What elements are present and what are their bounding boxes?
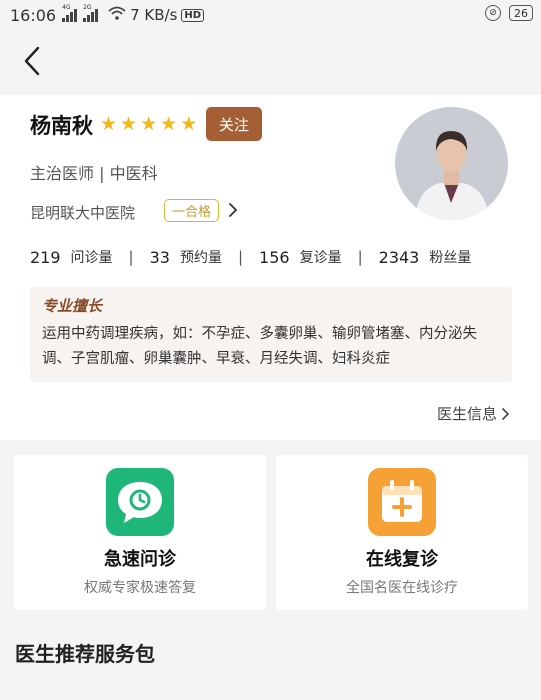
service-title: 在线复诊 xyxy=(366,549,438,570)
stat-label: 问诊量 xyxy=(70,250,113,266)
stat-value: 33 xyxy=(149,247,170,267)
stat-value: 2343 xyxy=(378,247,420,267)
doctor-info-label: 医生信息 xyxy=(436,405,497,423)
expertise-title: 专业擅长 xyxy=(42,297,103,315)
section-title: 医生推荐服务包 xyxy=(15,642,155,666)
wifi-icon xyxy=(108,6,126,24)
grade-badge: 一合格 xyxy=(164,199,219,222)
battery-icon: 26 xyxy=(509,5,533,21)
service-subtitle: 权威专家极速答复 xyxy=(84,580,196,596)
doctor-card: 杨南秋 ★ ★ ★ ★ ★ 关注 主治医师 | 中医科 昆明联大中医院 一合格 219 问… xyxy=(0,95,541,440)
signal-icon-2: 2G xyxy=(83,4,99,22)
stat-separator: | xyxy=(128,248,134,266)
status-time: 16:06 xyxy=(10,5,57,25)
calendar-plus-icon xyxy=(368,468,436,536)
chevron-right-icon[interactable] xyxy=(226,198,240,222)
chevron-right-icon xyxy=(502,407,510,420)
doctor-title: 主治医师 | 中医科 xyxy=(30,164,158,183)
expertise-text: 运用中药调理疾病，如：不孕症、多囊卵巢、输卵管堵塞、内分泌失调、子宫肌瘤、卵巢囊… xyxy=(42,326,477,367)
star-icon: ★ xyxy=(120,113,138,135)
doctor-stats: 219 问诊量 | 33 预约量 | 156 复诊量 | 2343 粉丝量 xyxy=(30,245,471,269)
network-speed: 7 KB/s xyxy=(130,6,178,24)
quick-consult-card[interactable]: 急速问诊 权威专家极速答复 xyxy=(14,455,266,610)
chat-clock-icon xyxy=(106,468,174,536)
stat-value: 156 xyxy=(259,247,290,267)
network-type-2: 2G xyxy=(83,4,92,11)
battery-level: 26 xyxy=(514,6,528,20)
stat-label: 粉丝量 xyxy=(429,250,472,266)
hospital-name[interactable]: 昆明联大中医院 xyxy=(30,202,135,223)
stat-separator: | xyxy=(357,248,363,266)
star-icon: ★ xyxy=(180,113,198,135)
service-title: 急速问诊 xyxy=(104,549,176,570)
stat-value: 219 xyxy=(30,247,61,267)
expertise-box: 专业擅长 运用中药调理疾病，如：不孕症、多囊卵巢、输卵管堵塞、内分泌失调、子宫肌… xyxy=(30,287,512,382)
hd-icon: HD xyxy=(181,8,205,22)
star-icon: ★ xyxy=(160,113,178,135)
doctor-name: 杨南秋 xyxy=(30,114,93,138)
online-revisit-card[interactable]: 在线复诊 全国名医在线诊疗 xyxy=(276,455,528,610)
rating-stars: ★ ★ ★ ★ ★ xyxy=(100,115,197,134)
stat-separator: | xyxy=(237,248,244,266)
network-type-1: 4G xyxy=(62,4,71,11)
service-subtitle: 全国名医在线诊疗 xyxy=(346,580,458,596)
star-icon: ★ xyxy=(140,113,158,135)
rotation-lock-icon: ⊘ xyxy=(485,5,501,21)
doctor-info-link[interactable]: 医生信息 xyxy=(437,403,511,424)
status-bar: 16:06 4G 2G 7 KB/s HD ⊘ 26 xyxy=(0,0,541,30)
back-button[interactable] xyxy=(18,44,48,78)
chevron-left-icon xyxy=(24,46,40,76)
stat-label: 预约量 xyxy=(179,250,222,266)
follow-button[interactable]: 关注 xyxy=(206,107,262,141)
signal-icon: 4G xyxy=(62,4,78,22)
stat-label: 复诊量 xyxy=(299,250,342,266)
star-icon: ★ xyxy=(100,113,118,135)
doctor-avatar xyxy=(395,107,508,220)
